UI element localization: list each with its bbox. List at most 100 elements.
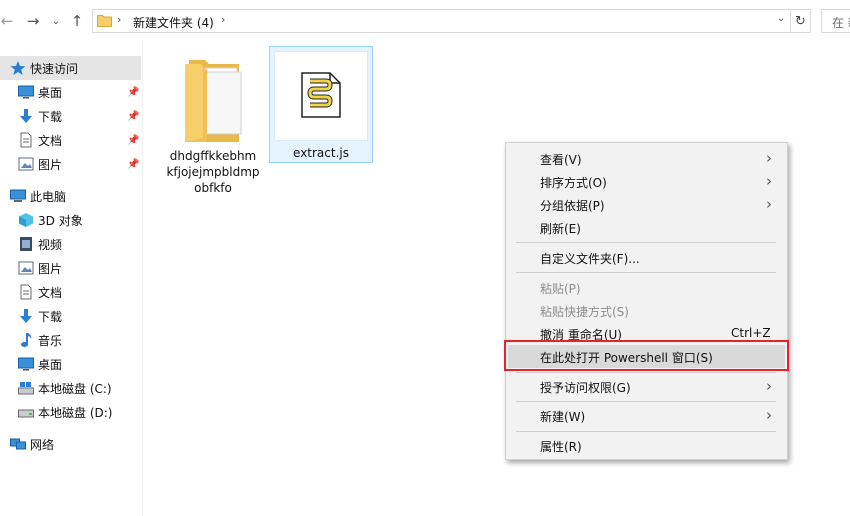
menu-item-refresh[interactable]: 刷新(E) [508, 216, 785, 239]
recent-locations-chevron-icon[interactable]: ⌄ [48, 10, 64, 32]
menu-item-label: 粘贴(P) [540, 282, 581, 296]
js-file-item[interactable]: extract.js [269, 46, 373, 163]
sidebar-item-label: 文档 [38, 285, 63, 300]
navigation-bar: ← → ⌄ ↑ › 新建文件夹 (4) › ⌄ ↻ 在 新建文件夹 (4) 中搜… [0, 0, 850, 42]
menu-item-label: 分组依据(P) [540, 199, 605, 213]
forward-arrow-icon[interactable]: → [22, 10, 44, 32]
breadcrumb-current-folder[interactable]: 新建文件夹 (4) [133, 14, 214, 31]
sidebar-item-label: 图片 [38, 157, 63, 172]
menu-item-customize-folder[interactable]: 自定义文件夹(F)... [508, 246, 785, 269]
pin-icon[interactable]: 📌 [127, 111, 139, 122]
menu-separator [516, 431, 776, 432]
picture-icon [18, 261, 34, 275]
menu-item-paste[interactable]: 粘贴(P) [508, 276, 785, 299]
sidebar-item-drive-d[interactable]: 本地磁盘 (D:) [0, 400, 141, 424]
up-arrow-icon[interactable]: ↑ [66, 10, 88, 32]
pin-icon[interactable]: 📌 [127, 135, 139, 146]
pin-icon[interactable]: 📌 [127, 87, 139, 98]
sidebar-item-label: 下载 [38, 109, 63, 124]
folder-item[interactable]: dhdgffkkebhm kfjojejmpbldmp obfkfo [163, 46, 263, 196]
search-input[interactable]: 在 新建文件夹 (4) 中搜索 [821, 9, 850, 33]
menu-item-label: 刷新(E) [540, 222, 581, 236]
file-name-line: extract.js [293, 146, 349, 160]
address-dropdown-chevron-icon[interactable]: ⌄ [774, 13, 788, 24]
sidebar-item-label: 本地磁盘 (D:) [38, 405, 113, 420]
menu-item-properties[interactable]: 属性(R) [508, 434, 785, 457]
desktop-icon [18, 357, 34, 371]
folder-icon [185, 60, 242, 142]
star-icon [10, 61, 26, 75]
chevron-right-icon: › [766, 406, 772, 424]
sidebar-item-pictures[interactable]: 图片 📌 [0, 152, 141, 176]
menu-item-group-by[interactable]: 分组依据(P) › [508, 193, 785, 216]
network-icon [10, 438, 26, 450]
navigation-pane: 快速访问 桌面 📌 下载 📌 文档 📌 图片 📌 此电脑 3D 对象 视频 图片… [0, 42, 143, 516]
back-arrow-icon[interactable]: ← [0, 10, 14, 32]
menu-item-label: 撤消 重命名(U) [540, 328, 622, 342]
menu-item-view[interactable]: 查看(V) › [508, 147, 785, 170]
menu-item-open-powershell[interactable]: 在此处打开 Powershell 窗口(S) [508, 345, 785, 368]
sidebar-item-desktop-pc[interactable]: 桌面 [0, 352, 141, 376]
refresh-icon[interactable]: ↻ [790, 10, 810, 32]
video-icon [20, 237, 32, 251]
sidebar-item-3d-objects[interactable]: 3D 对象 [0, 208, 141, 232]
sidebar-item-label: 视频 [38, 237, 63, 252]
menu-item-new[interactable]: 新建(W) › [508, 404, 785, 427]
drive-d-icon [18, 409, 34, 418]
file-name-line: kfjojejmpbldmp [166, 165, 260, 179]
sidebar-item-label: 桌面 [38, 357, 63, 372]
sidebar-item-network[interactable]: 网络 [0, 432, 141, 456]
menu-item-label: 查看(V) [540, 153, 582, 167]
folder-icon [97, 15, 112, 27]
3d-objects-icon [19, 213, 33, 227]
picture-icon [18, 157, 34, 171]
menu-separator [516, 272, 776, 273]
sidebar-item-downloads[interactable]: 下载 📌 [0, 104, 141, 128]
sidebar-item-downloads-pc[interactable]: 下载 [0, 304, 141, 328]
breadcrumb-separator-icon[interactable]: › [221, 13, 225, 26]
sidebar-item-drive-c[interactable]: 本地磁盘 (C:) [0, 376, 141, 400]
sidebar-item-pictures-pc[interactable]: 图片 [0, 256, 141, 280]
sidebar-item-quick-access[interactable]: 快速访问 [0, 56, 141, 80]
sidebar-item-this-pc[interactable]: 此电脑 [0, 184, 141, 208]
sidebar-item-label: 快速访问 [30, 61, 79, 76]
document-icon [20, 284, 32, 300]
menu-item-label: 属性(R) [540, 440, 582, 454]
chevron-right-icon: › [766, 377, 772, 395]
sidebar-item-documents-pc[interactable]: 文档 [0, 280, 141, 304]
pin-icon[interactable]: 📌 [127, 159, 139, 170]
sidebar-item-label: 3D 对象 [38, 213, 83, 228]
breadcrumb-separator-icon[interactable]: › [117, 13, 121, 26]
menu-item-label: 新建(W) [540, 410, 586, 424]
js-script-icon [301, 72, 341, 118]
context-menu: 查看(V) › 排序方式(O) › 分组依据(P) › 刷新(E) 自定义文件夹… [505, 142, 788, 460]
sidebar-item-videos[interactable]: 视频 [0, 232, 141, 256]
sidebar-item-documents[interactable]: 文档 📌 [0, 128, 141, 152]
menu-separator [516, 401, 776, 402]
sidebar-item-label: 网络 [30, 437, 55, 452]
music-icon [21, 333, 32, 347]
sidebar-item-label: 此电脑 [30, 189, 67, 204]
sidebar-item-label: 音乐 [38, 333, 63, 348]
download-icon [20, 309, 32, 323]
menu-item-sort-by[interactable]: 排序方式(O) › [508, 170, 785, 193]
sidebar-item-music[interactable]: 音乐 [0, 328, 141, 352]
menu-item-label: 自定义文件夹(F)... [540, 252, 640, 266]
menu-item-shortcut: Ctrl+Z [731, 326, 771, 340]
computer-icon [10, 189, 26, 202]
menu-item-paste-shortcut[interactable]: 粘贴快捷方式(S) [508, 299, 785, 322]
menu-item-label: 排序方式(O) [540, 176, 607, 190]
menu-item-give-access[interactable]: 授予访问权限(G) › [508, 375, 785, 398]
menu-item-label: 粘贴快捷方式(S) [540, 305, 629, 319]
file-name-line: obfkfo [194, 181, 232, 195]
address-bar[interactable]: › 新建文件夹 (4) › ⌄ ↻ [92, 9, 811, 33]
file-name-line: dhdgffkkebhm [169, 149, 257, 163]
sidebar-item-label: 文档 [38, 133, 63, 148]
download-icon [20, 109, 32, 123]
drive-c-icon [18, 382, 34, 395]
sidebar-item-label: 图片 [38, 261, 63, 276]
menu-item-undo-rename[interactable]: 撤消 重命名(U) Ctrl+Z [508, 322, 785, 345]
chevron-right-icon: › [766, 149, 772, 167]
sidebar-item-desktop[interactable]: 桌面 📌 [0, 80, 141, 104]
desktop-icon [18, 85, 34, 99]
